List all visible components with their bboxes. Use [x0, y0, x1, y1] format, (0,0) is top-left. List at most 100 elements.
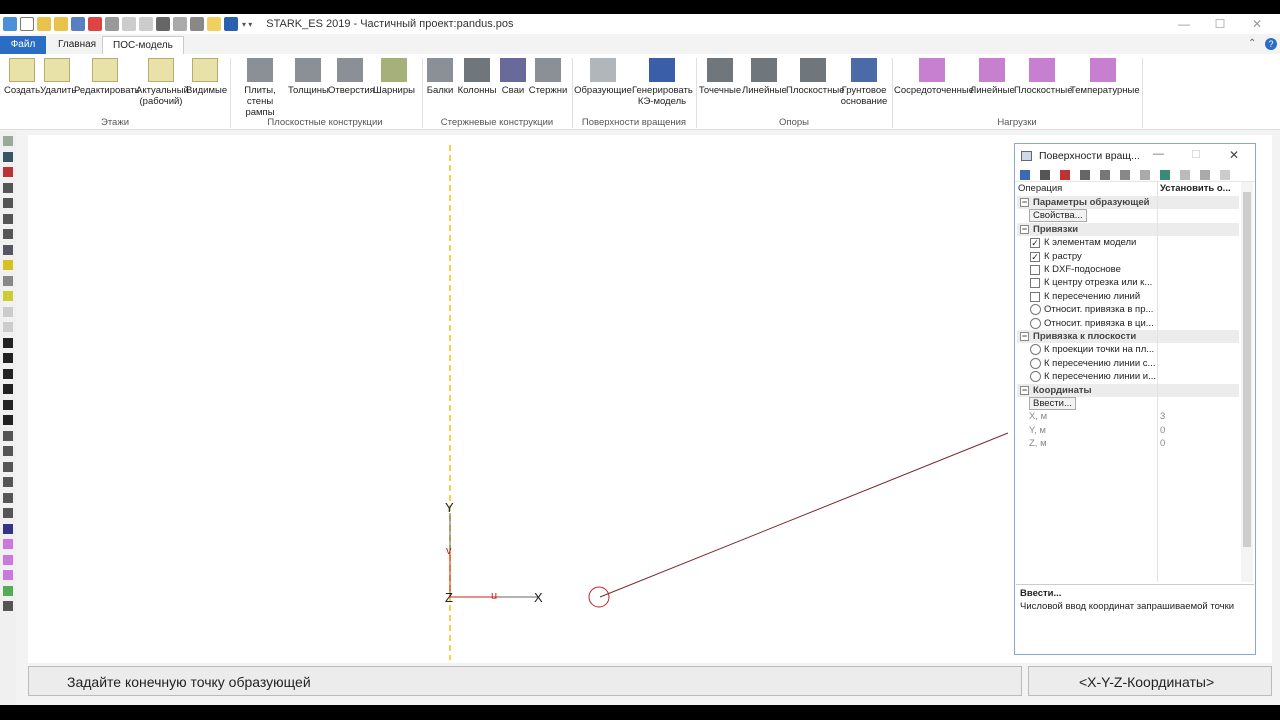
- open-folder-icon[interactable]: [37, 17, 51, 31]
- current-floor-button[interactable]: Актуальный (рабочий): [136, 58, 189, 107]
- note-icon[interactable]: [207, 17, 221, 31]
- left-tool-icon[interactable]: [3, 492, 13, 503]
- left-tool-icon[interactable]: [3, 446, 13, 456]
- view-icon[interactable]: [1080, 170, 1090, 180]
- collapse-icon[interactable]: −: [1020, 332, 1029, 341]
- open-folder2-icon[interactable]: [54, 17, 68, 31]
- save-icon[interactable]: [71, 17, 85, 31]
- new-file-icon[interactable]: [20, 17, 34, 31]
- word-icon[interactable]: [224, 17, 238, 31]
- bars-button[interactable]: Стержни: [528, 58, 568, 96]
- panel-close-icon[interactable]: ✕: [1229, 148, 1239, 162]
- left-tool-icon[interactable]: [3, 337, 13, 348]
- generate-fe-button[interactable]: Генерировать КЭ-модель: [632, 58, 693, 107]
- collapse-icon[interactable]: −: [1020, 198, 1029, 207]
- coordinate-value[interactable]: 3: [1160, 410, 1165, 423]
- snap-checkbox-row[interactable]: К пересечению линий: [1017, 290, 1239, 303]
- settings-icon[interactable]: [105, 17, 119, 31]
- surface-supports-button[interactable]: Плоскостные: [786, 58, 845, 96]
- left-tool-icon[interactable]: [3, 430, 13, 441]
- tab-pos-model[interactable]: ПОС-модель: [102, 36, 184, 54]
- snap-checkbox[interactable]: ✓: [1030, 238, 1040, 249]
- left-tool-icon[interactable]: [3, 244, 13, 255]
- maximize-icon[interactable]: ☐: [1204, 14, 1236, 34]
- left-tool-icon[interactable]: [3, 508, 13, 518]
- left-tool-icon[interactable]: [3, 585, 13, 596]
- left-tool-icon[interactable]: [3, 570, 13, 580]
- surface-loads-button[interactable]: Плоскостные: [1014, 58, 1073, 96]
- collapse-ribbon-icon[interactable]: ⌃: [1248, 38, 1256, 49]
- panel-maximize-icon[interactable]: ☐: [1191, 148, 1201, 161]
- measure-icon[interactable]: [173, 17, 187, 31]
- property-button-row[interactable]: Свойства...: [1017, 209, 1239, 223]
- thickness-button[interactable]: Толщины: [288, 58, 329, 96]
- collapse-icon[interactable]: −: [1020, 224, 1029, 234]
- snap-radio[interactable]: [1030, 304, 1041, 316]
- left-tool-icon[interactable]: [3, 384, 13, 394]
- generatrix-button[interactable]: Образующие: [574, 58, 632, 96]
- snap-checkbox-row[interactable]: К DXF-подоснове: [1017, 263, 1239, 276]
- left-tool-icon[interactable]: [3, 353, 13, 363]
- left-tool-icon[interactable]: [3, 275, 13, 286]
- columns-button[interactable]: Колонны: [456, 58, 498, 96]
- customize-qa-icon[interactable]: ▾ ▾: [242, 20, 252, 29]
- tab-file[interactable]: Файл: [0, 36, 46, 54]
- coordinate-row[interactable]: X, м 3: [1017, 410, 1239, 423]
- collapse-icon[interactable]: −: [1020, 385, 1029, 395]
- snap-checkbox[interactable]: ✓: [1030, 251, 1040, 262]
- plates-button[interactable]: Плиты, стены рампы: [232, 58, 288, 118]
- coordinate-row[interactable]: Y, м 0: [1017, 424, 1239, 437]
- left-tool-icon[interactable]: [3, 322, 13, 332]
- close-icon[interactable]: ✕: [1241, 14, 1273, 34]
- left-tool-icon[interactable]: [3, 167, 13, 177]
- view-icon[interactable]: [1040, 170, 1050, 180]
- property-button-row[interactable]: Ввести...: [1017, 397, 1239, 410]
- left-tool-icon[interactable]: [3, 368, 13, 379]
- soil-button[interactable]: Грунтовое основание: [840, 58, 888, 107]
- left-tool-icon[interactable]: [3, 461, 13, 472]
- left-tool-icon[interactable]: [3, 539, 13, 549]
- snap-checkbox-row[interactable]: ✓ К элементам модели: [1017, 236, 1239, 249]
- beams-button[interactable]: Балки: [424, 58, 456, 96]
- snap-radio-row[interactable]: К пересечению линии и...: [1017, 370, 1239, 383]
- zoom-icon[interactable]: [1120, 170, 1130, 180]
- point-supports-button[interactable]: Точечные: [698, 58, 742, 96]
- snap-checkbox[interactable]: [1030, 291, 1040, 302]
- snap-radio[interactable]: [1030, 357, 1041, 369]
- coordinate-row[interactable]: Z, м 0: [1017, 437, 1239, 450]
- openings-button[interactable]: Отверстия: [328, 58, 375, 96]
- hinges-button[interactable]: Шарниры: [372, 58, 416, 96]
- view-icon[interactable]: [1180, 170, 1190, 180]
- temperature-loads-button[interactable]: Температурные: [1070, 58, 1140, 96]
- help-icon[interactable]: ?: [1265, 38, 1277, 50]
- tab-home[interactable]: Главная: [48, 36, 106, 54]
- sort-icon[interactable]: [1200, 170, 1210, 180]
- left-tool-icon[interactable]: [3, 601, 13, 611]
- snap-checkbox-row[interactable]: ✓ К растру: [1017, 250, 1239, 263]
- coordinate-value[interactable]: 0: [1160, 424, 1165, 437]
- left-tool-icon[interactable]: [3, 151, 13, 162]
- snap-radio-row[interactable]: Относит. привязка в ци...: [1017, 317, 1239, 330]
- piles-button[interactable]: Сваи: [498, 58, 528, 96]
- view-icon[interactable]: [1020, 170, 1030, 180]
- left-tool-icon[interactable]: [3, 306, 13, 317]
- left-tool-icon[interactable]: [3, 477, 13, 487]
- left-tool-icon[interactable]: [3, 213, 13, 224]
- snap-checkbox-row[interactable]: К центру отрезка или к...: [1017, 276, 1239, 289]
- snap-radio[interactable]: [1030, 344, 1041, 356]
- pin-icon[interactable]: [1140, 170, 1150, 180]
- minimize-icon[interactable]: —: [1168, 14, 1200, 34]
- snap-checkbox[interactable]: [1030, 265, 1040, 275]
- left-tool-icon[interactable]: [3, 523, 13, 534]
- left-tool-icon[interactable]: [3, 182, 13, 193]
- snap-radio-row[interactable]: К проекции точки на пл...: [1017, 343, 1239, 356]
- line-supports-button[interactable]: Линейные: [742, 58, 787, 96]
- visible-floors-button[interactable]: Видимые: [186, 58, 227, 96]
- left-tool-icon[interactable]: [3, 229, 13, 239]
- left-tool-icon[interactable]: [3, 136, 13, 146]
- edit-floor-button[interactable]: Редактировать: [74, 58, 140, 96]
- property-button[interactable]: Ввести...: [1029, 397, 1076, 410]
- snap-radio[interactable]: [1030, 371, 1041, 383]
- snap-radio-row[interactable]: К пересечению линии с...: [1017, 357, 1239, 370]
- delete-floor-button[interactable]: Удалить: [40, 58, 76, 96]
